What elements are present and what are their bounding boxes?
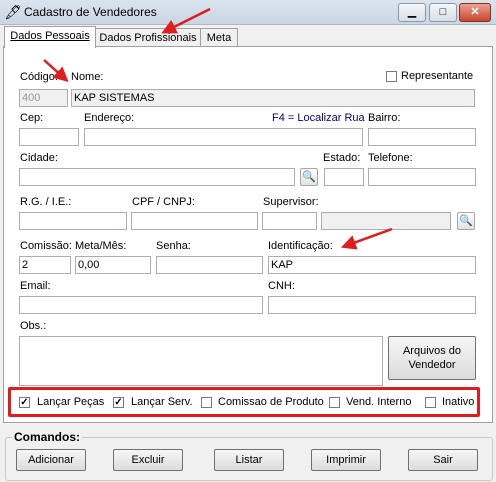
minimize-button[interactable]: ▁ [398, 3, 426, 22]
sair-label: Sair [433, 454, 453, 466]
supervisor-label: Supervisor: [263, 196, 319, 208]
localizar-rua-hint: F4 = Localizar Rua [272, 112, 365, 124]
endereco-label: Endereço: [84, 112, 135, 124]
checkmark-icon: ✓ [20, 397, 29, 408]
meta-mes-field[interactable]: 0,00 [75, 256, 151, 274]
bairro-field[interactable] [368, 128, 476, 146]
supervisor-code-field[interactable] [262, 212, 317, 230]
bairro-label: Bairro: [368, 112, 401, 124]
close-button[interactable]: ✕ [459, 3, 491, 22]
cnh-label: CNH: [268, 280, 295, 292]
obs-label: Obs.: [20, 320, 47, 332]
cidade-lookup-button[interactable]: 🔍 [300, 168, 318, 186]
comissao-field[interactable]: 2 [19, 256, 71, 274]
arquivos-vendedor-label: Arquivos do Vendedor [402, 345, 462, 371]
comissao-label: Comissão: [20, 240, 72, 252]
adicionar-button[interactable]: Adicionar [16, 449, 86, 471]
vend-interno-label: Vend. Interno [346, 396, 412, 408]
cpf-label: CPF / CNPJ: [132, 196, 195, 208]
estado-label: Estado: [323, 152, 361, 164]
supervisor-lookup-button[interactable]: 🔍 [457, 212, 475, 230]
senha-label: Senha: [156, 240, 191, 252]
listar-button[interactable]: Listar [214, 449, 284, 471]
comissao-produto-checkbox[interactable] [201, 397, 212, 408]
identificacao-field[interactable]: KAP [268, 256, 476, 274]
cnh-field[interactable] [268, 296, 476, 314]
tab-dados-profissionais-label: Dados Profissionais [99, 32, 197, 44]
adicionar-label: Adicionar [28, 454, 74, 466]
lancar-pecas-label: Lançar Peças [37, 396, 105, 408]
cidade-label: Cidade: [20, 152, 58, 164]
estado-field[interactable] [324, 168, 364, 186]
maximize-button[interactable]: □ [429, 3, 457, 22]
supervisor-name-field[interactable] [321, 212, 451, 230]
senha-field[interactable] [156, 256, 263, 274]
magnifier-icon: 🔍 [459, 215, 473, 227]
magnifier-icon: 🔍 [302, 171, 316, 183]
app-pen-icon: 🖋 [4, 4, 22, 20]
representante-label: Representante [401, 70, 474, 82]
lancar-serv-checkbox[interactable]: ✓ [113, 397, 124, 408]
vend-interno-checkbox[interactable] [329, 397, 340, 408]
rg-field[interactable] [19, 212, 127, 230]
endereco-field[interactable] [84, 128, 363, 146]
tab-meta-label: Meta [206, 32, 232, 44]
sair-button[interactable]: Sair [408, 449, 478, 471]
identificacao-label: Identificação: [268, 240, 333, 252]
cep-label: Cep: [20, 112, 44, 124]
window-title: Cadastro de Vendedores [24, 5, 157, 19]
excluir-label: Excluir [131, 454, 165, 466]
inativo-checkbox[interactable] [425, 397, 436, 408]
comandos-label: Comandos: [12, 430, 82, 444]
obs-textarea[interactable] [19, 336, 383, 386]
comissao-produto-label: Comissao de Produto [218, 396, 324, 408]
codigo-field[interactable]: 400 [19, 89, 68, 107]
inativo-label: Inativo [442, 396, 475, 408]
nome-field[interactable]: KAP SISTEMAS [71, 89, 475, 107]
email-label: Email: [20, 280, 51, 292]
email-field[interactable] [19, 296, 263, 314]
lancar-serv-label: Lançar Serv. [131, 396, 193, 408]
tab-meta[interactable]: Meta [200, 28, 238, 47]
meta-mes-label: Meta/Mês: [75, 240, 127, 252]
imprimir-button[interactable]: Imprimir [311, 449, 381, 471]
cpf-field[interactable] [131, 212, 258, 230]
telefone-label: Telefone: [368, 152, 413, 164]
arquivos-vendedor-button[interactable]: Arquivos do Vendedor [388, 336, 476, 380]
tab-dados-pessoais[interactable]: Dados Pessoais [4, 26, 96, 48]
rg-label: R.G. / I.E.: [20, 196, 72, 208]
cep-field[interactable] [19, 128, 79, 146]
lancar-pecas-checkbox[interactable]: ✓ [19, 397, 30, 408]
nome-label: Nome: [71, 71, 104, 83]
tab-dados-profissionais[interactable]: Dados Profissionais [95, 28, 201, 47]
imprimir-label: Imprimir [326, 454, 366, 466]
tab-dados-pessoais-label: Dados Pessoais [10, 30, 90, 42]
representante-checkbox[interactable] [386, 71, 397, 82]
cidade-field[interactable] [19, 168, 295, 186]
checkmark-icon: ✓ [114, 397, 123, 408]
listar-label: Listar [235, 454, 263, 466]
codigo-label: Código: [20, 71, 58, 83]
telefone-field[interactable] [368, 168, 476, 186]
excluir-button[interactable]: Excluir [113, 449, 183, 471]
